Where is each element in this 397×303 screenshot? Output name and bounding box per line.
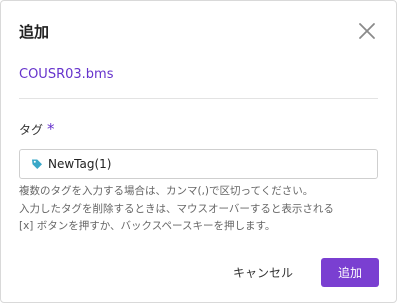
help-line: 複数のタグを入力する場合は、カンマ(,)で区切ってください。 — [19, 185, 314, 197]
help-line: [x] ボタンを押すか、バックスペースキーを押します。 — [19, 220, 276, 232]
dialog-title: 追加 — [19, 23, 50, 41]
close-button[interactable] — [356, 20, 378, 42]
tag-input[interactable]: NewTag(1) — [19, 149, 378, 179]
add-tag-dialog: 追加 COUSR03.bms タグ * NewTag(1) 複数のタグを入力する場… — [0, 0, 397, 303]
divider — [19, 98, 378, 99]
help-line: 入力したタグを削除するときは、マウスオーバーすると表示される — [19, 202, 334, 215]
close-icon — [359, 23, 375, 39]
add-button[interactable]: 追加 — [321, 258, 379, 287]
cancel-button[interactable]: キャンセル — [223, 258, 303, 286]
tag-chip[interactable]: NewTag(1) — [31, 156, 112, 172]
required-mark: * — [47, 120, 55, 138]
file-name: COUSR03.bms — [19, 67, 114, 82]
tag-chip-label: NewTag(1) — [48, 157, 112, 171]
tag-label-text: タグ — [19, 123, 44, 137]
help-text: 複数のタグを入力する場合は、カンマ(,)で区切ってください。 入力したタグを削除… — [19, 183, 384, 236]
tag-icon — [32, 159, 42, 169]
tag-field-label: タグ * — [19, 121, 55, 138]
